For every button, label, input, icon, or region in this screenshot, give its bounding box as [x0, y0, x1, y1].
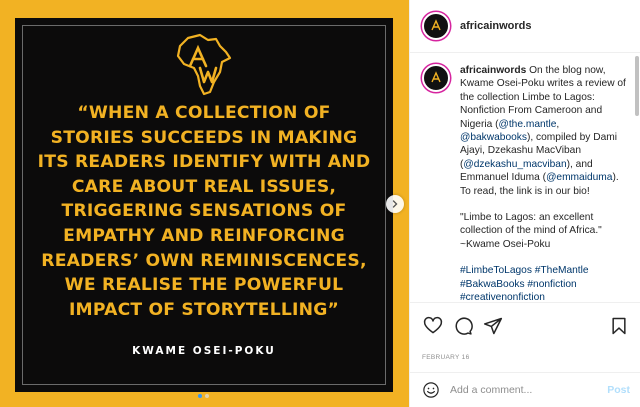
caption-pull-quote: "Limbe to Lagos: an excellent collection… — [460, 212, 602, 250]
action-bar — [410, 302, 640, 348]
post-image[interactable]: “WHEN A COLLECTION OF STORIES SUCCEEDS I… — [0, 0, 409, 407]
bookmark-icon[interactable] — [608, 315, 630, 337]
quote-text: “WHEN A COLLECTION OF STORIES SUCCEEDS I… — [37, 103, 371, 320]
carousel-dot — [205, 394, 209, 398]
caption-separator: , — [556, 118, 560, 130]
post-sidebar: africainwords africainwords On the blog … — [409, 0, 640, 407]
mention-link[interactable]: @dzekashu_macviban — [463, 159, 566, 170]
caption-area: africainwords On the blog now, Kwame Ose… — [410, 54, 640, 301]
caption-hashtags[interactable]: #LimbeToLagos #TheMantle #BakwaBooks #no… — [460, 264, 630, 301]
post-date[interactable]: FEBRUARY 16 — [422, 354, 470, 361]
comment-icon[interactable] — [452, 315, 474, 337]
africa-logo-icon — [170, 28, 236, 100]
carousel-dots — [198, 394, 209, 398]
mention-link[interactable]: @emmaiduma — [546, 172, 612, 183]
mention-link[interactable]: @bakwabooks — [460, 132, 527, 143]
carousel-dot-active — [198, 394, 202, 398]
quote-card: “WHEN A COLLECTION OF STORIES SUCCEEDS I… — [15, 18, 393, 392]
header-username[interactable]: africainwords — [460, 20, 532, 32]
chevron-right-icon — [391, 195, 399, 213]
post-comment-button[interactable]: Post — [607, 384, 630, 396]
caption-username[interactable]: africainwords — [460, 65, 526, 76]
share-icon[interactable] — [482, 315, 504, 337]
caption-avatar[interactable] — [422, 64, 450, 92]
caption-text: africainwords On the blog now, Kwame Ose… — [460, 64, 630, 301]
quote-author: KWAME OSEI-POKU — [132, 345, 276, 357]
caption-scrollbar[interactable] — [635, 56, 639, 116]
comment-bar: Post — [410, 372, 640, 407]
comment-input[interactable] — [450, 384, 608, 396]
avatar[interactable] — [422, 12, 450, 40]
post-header: africainwords — [410, 0, 640, 53]
mention-link[interactable]: @the.mantle — [499, 119, 557, 130]
emoji-icon[interactable] — [422, 381, 440, 399]
heart-icon[interactable] — [422, 315, 444, 337]
carousel-next-button[interactable] — [386, 195, 404, 213]
